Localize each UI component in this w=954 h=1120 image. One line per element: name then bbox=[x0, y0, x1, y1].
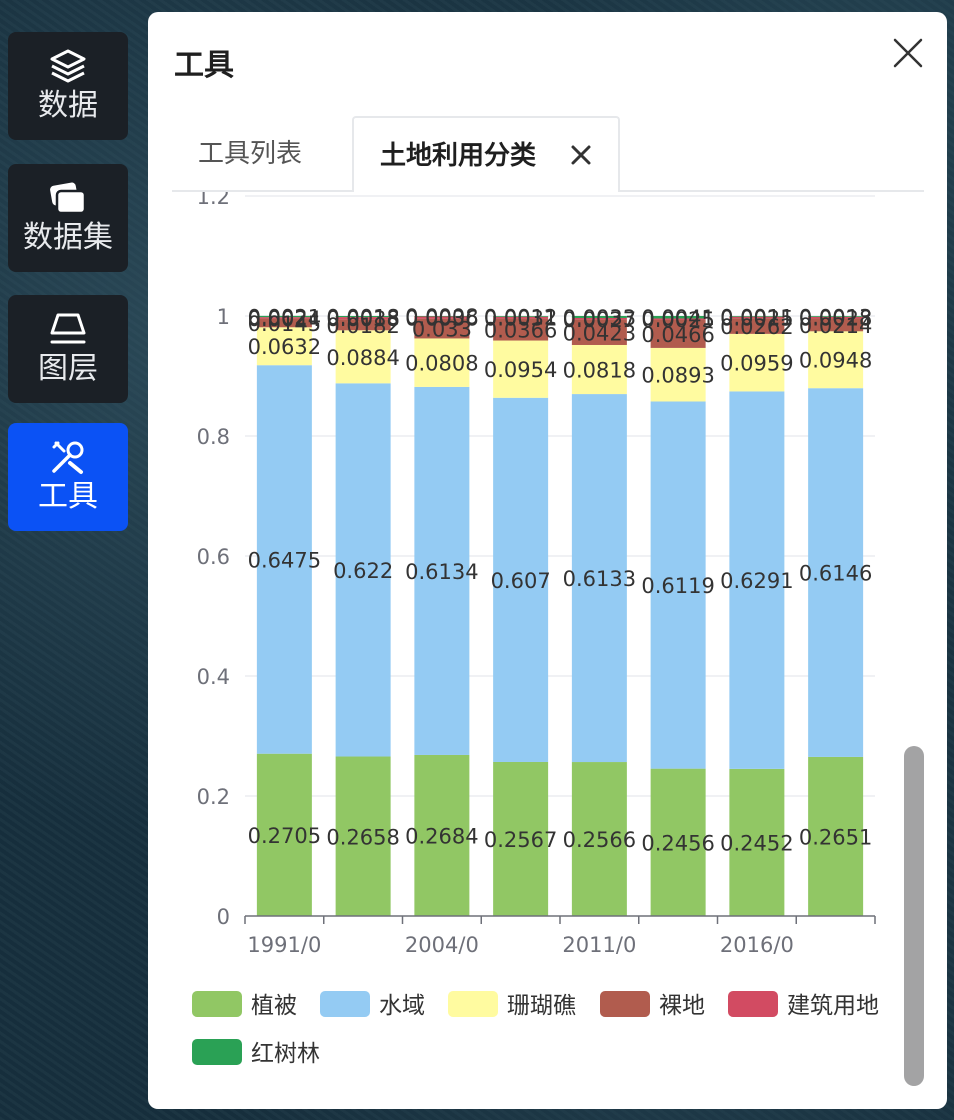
tab-tool-list[interactable]: 工具列表 bbox=[198, 116, 302, 190]
sidebar-item-layer[interactable]: 图层 bbox=[8, 295, 128, 403]
data-label: 0.2456 bbox=[641, 831, 714, 855]
tab-label: 工具列表 bbox=[198, 139, 303, 169]
data-label: 0.0021 bbox=[248, 306, 321, 330]
data-label: 0.0012 bbox=[484, 305, 557, 329]
x-tick-label: 2016/0 bbox=[720, 933, 794, 957]
data-label: 0.622 bbox=[333, 559, 393, 583]
data-label: 0.0954 bbox=[484, 358, 557, 382]
tab-bar: 工具列表 土地利用分类 bbox=[172, 116, 924, 192]
data-label: 0.0893 bbox=[641, 364, 714, 388]
dataset-icon bbox=[50, 182, 87, 215]
data-label: 0.0018 bbox=[326, 306, 399, 330]
sidebar-item-label: 数据 bbox=[38, 88, 98, 123]
data-label: 0.2452 bbox=[720, 831, 793, 855]
chart-area: 0 0.2 0.4 0.6 0.8 1 1.2 0.2705 0.6475 0.0632 0.014… bbox=[148, 192, 928, 1109]
legend-label: 水域 bbox=[379, 993, 425, 1019]
sidebar-item-dataset[interactable]: 数据集 bbox=[8, 164, 128, 272]
data-label: 0.0008 bbox=[405, 305, 478, 329]
y-tick-label: 0.2 bbox=[197, 785, 230, 809]
legend-label: 裸地 bbox=[659, 993, 705, 1019]
data-label: 0.0818 bbox=[563, 359, 636, 383]
data-label: 0.0041 bbox=[641, 306, 714, 330]
data-label: 0.0013 bbox=[799, 305, 872, 329]
data-label: 0.2684 bbox=[405, 824, 478, 848]
legend-label: 珊瑚礁 bbox=[507, 993, 576, 1019]
legend-label: 红树林 bbox=[251, 1041, 320, 1067]
legend-swatch bbox=[192, 991, 242, 1017]
data-label: 0.0808 bbox=[405, 352, 478, 376]
tab-land-use-classification[interactable]: 土地利用分类 bbox=[352, 116, 620, 192]
x-tick-label: 2011/0 bbox=[562, 933, 636, 957]
map-layer-icon bbox=[50, 313, 86, 344]
legend-swatch bbox=[728, 991, 778, 1017]
sidebar-item-label: 工具 bbox=[38, 479, 98, 514]
y-tick-label: 0.8 bbox=[197, 425, 230, 449]
data-label: 0.0884 bbox=[326, 346, 399, 370]
tab-label: 土地利用分类 bbox=[380, 141, 537, 171]
tool-panel: 工具 工具列表 土地利用分类 0 0.2 0.4 0.6 0.8 1 1.2 0.2705 0.… bbox=[148, 12, 947, 1109]
scrollbar[interactable] bbox=[904, 746, 924, 1086]
sidebar-item-tools[interactable]: 工具 bbox=[8, 423, 128, 531]
legend-swatch bbox=[192, 1039, 242, 1065]
data-label: 0.607 bbox=[491, 569, 551, 593]
legend-swatch bbox=[320, 991, 370, 1017]
layers-icon bbox=[50, 49, 86, 83]
x-tick-label: 2004/0 bbox=[405, 933, 479, 957]
y-tick-label: 0.6 bbox=[197, 545, 230, 569]
data-label: 0.6146 bbox=[799, 562, 872, 586]
data-label: 0.2658 bbox=[326, 825, 399, 849]
panel-title: 工具 bbox=[174, 48, 234, 83]
legend-label: 植被 bbox=[251, 993, 297, 1019]
sidebar-item-label: 数据集 bbox=[23, 220, 113, 255]
data-label: 0.0948 bbox=[799, 349, 872, 373]
x-tick-label: 1991/0 bbox=[247, 933, 321, 957]
data-label: 0.0632 bbox=[248, 335, 321, 359]
data-label: 0.6134 bbox=[405, 560, 478, 584]
data-label: 0.2705 bbox=[248, 824, 321, 848]
data-label: 0.0959 bbox=[720, 352, 793, 376]
data-label: 0.6475 bbox=[248, 548, 321, 572]
sidebar-item-label: 图层 bbox=[38, 351, 98, 386]
data-label: 0.6291 bbox=[720, 569, 793, 593]
data-label: 0.2567 bbox=[484, 828, 557, 852]
legend-swatch bbox=[448, 991, 498, 1017]
y-tick-label: 0.4 bbox=[197, 665, 230, 689]
data-label: 0.2566 bbox=[563, 828, 636, 852]
y-tick-label: 1 bbox=[217, 305, 230, 329]
data-label: 0.0011 bbox=[720, 305, 793, 329]
legend-swatch bbox=[600, 991, 650, 1017]
y-tick-label: 1.2 bbox=[197, 192, 230, 209]
land-use-stacked-bar-chart: 00.20.40.60.811.20.27050.64750.06320.014… bbox=[192, 192, 879, 1067]
data-label: 0.2651 bbox=[799, 825, 872, 849]
data-label: 0.6119 bbox=[641, 574, 714, 598]
tab-close-icon[interactable] bbox=[568, 142, 594, 168]
sidebar-item-data[interactable]: 数据 bbox=[8, 32, 128, 140]
close-icon[interactable] bbox=[891, 36, 925, 70]
tools-icon bbox=[52, 441, 84, 474]
data-label: 0.0033 bbox=[563, 306, 636, 330]
y-tick-label: 0 bbox=[217, 905, 230, 929]
data-label: 0.6133 bbox=[563, 567, 636, 591]
legend-label: 建筑用地 bbox=[787, 993, 879, 1019]
